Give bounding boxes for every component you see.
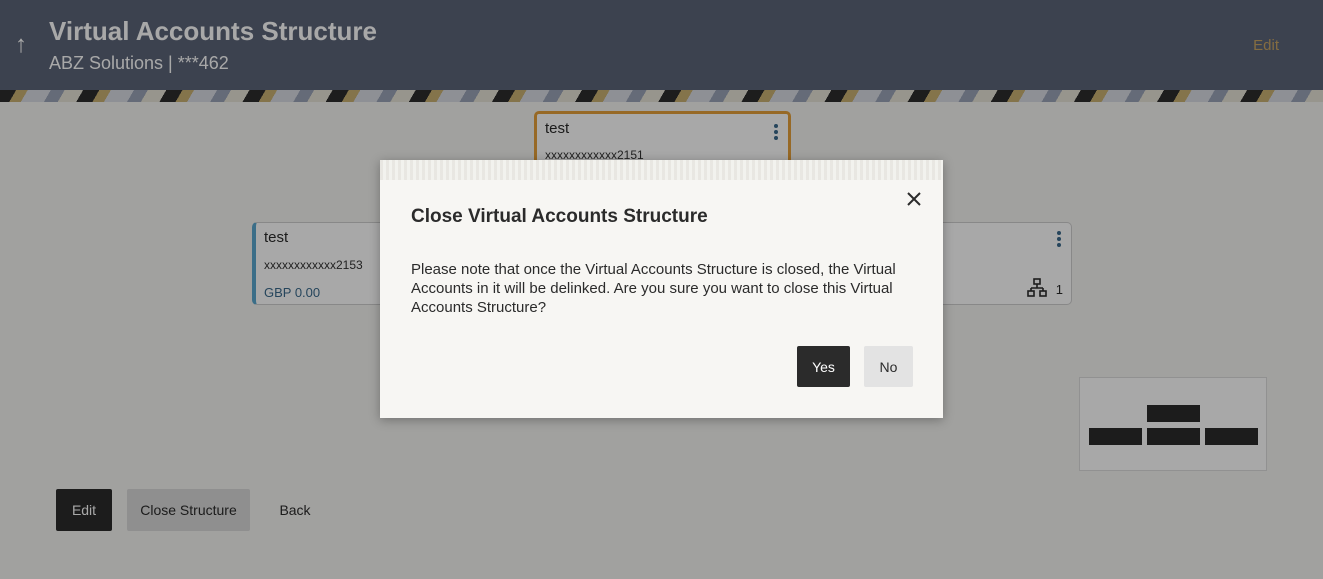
dialog-title: Close Virtual Accounts Structure xyxy=(411,206,708,227)
yes-button[interactable]: Yes xyxy=(797,346,850,387)
dialog-decorative-strip xyxy=(380,160,943,180)
no-button[interactable]: No xyxy=(864,346,913,387)
close-icon[interactable] xyxy=(905,190,923,208)
dialog-message: Please note that once the Virtual Accoun… xyxy=(411,261,896,316)
close-structure-dialog: Close Virtual Accounts Structure Please … xyxy=(380,160,943,418)
